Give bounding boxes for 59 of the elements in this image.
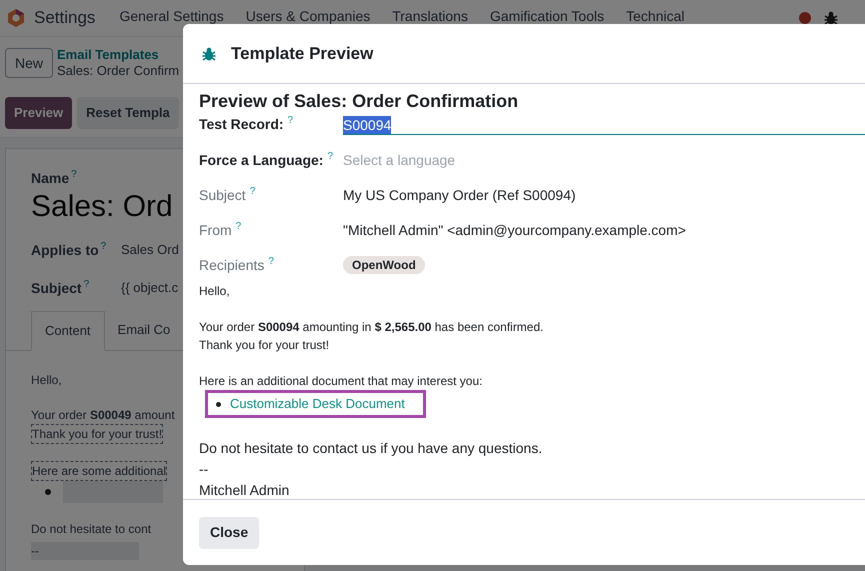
field-label: Subject — [31, 279, 82, 297]
help-mark[interactable]: ? — [84, 279, 90, 290]
body-text: Thank you for your trust! — [31, 424, 164, 444]
document-link[interactable]: Customizable Desk Document — [230, 394, 405, 414]
tab[interactable]: Email Co — [104, 310, 184, 350]
breadcrumb-link[interactable]: Email Templates — [57, 47, 159, 63]
field-value: Sales Ord — [121, 241, 179, 259]
field-value: "Mitchell Admin" <admin@yourcompany.example.com> — [343, 221, 686, 239]
field-value: {{ object.c — [121, 279, 178, 297]
bullet-icon — [45, 489, 51, 495]
email-text: Here is an additional document that may interest you: — [199, 373, 482, 390]
field-label: Test Record: — [199, 115, 284, 133]
body-text: Your order S00049 amount — [31, 407, 175, 424]
menu-item[interactable]: General Settings — [119, 9, 224, 24]
preview-heading: Preview of Sales: Order Confirmation — [199, 90, 518, 113]
action-button[interactable]: Reset Templa — [77, 97, 179, 129]
menu-item[interactable]: Gamification Tools — [490, 9, 604, 24]
body-text: -- — [31, 542, 139, 560]
new-button[interactable]: New — [5, 48, 54, 78]
recipient-tag: OpenWood — [343, 256, 425, 274]
status-dot-icon — [799, 12, 811, 24]
help-mark[interactable]: ? — [250, 186, 256, 197]
help-mark[interactable]: ? — [327, 151, 334, 162]
field-value: My US Company Order (Ref S00094) — [343, 186, 576, 204]
bullet-icon — [216, 402, 221, 406]
email-text: Your order S00094 amounting in $ 2,565.00 has been confirmed. — [199, 319, 544, 336]
record-field[interactable]: S00094 — [343, 113, 865, 135]
field-label: Recipients — [199, 256, 264, 274]
bug-icon — [201, 46, 217, 62]
menu-item[interactable]: Technical — [626, 9, 684, 24]
app-logo-icon — [6, 8, 26, 28]
menu-item[interactable]: Users & Companies — [246, 9, 370, 24]
field-label: From — [199, 221, 232, 239]
help-mark[interactable]: ? — [236, 221, 242, 232]
email-text: Hello, — [199, 283, 230, 300]
record-name: Sales: Ord — [31, 189, 173, 225]
email-text: Do not hesitate to contact us if you have any questions. — [199, 439, 542, 458]
field-label: Subject — [199, 186, 246, 204]
help-mark[interactable]: ? — [100, 241, 106, 252]
dialog-title: Template Preview — [231, 42, 374, 65]
tab[interactable]: Content — [31, 311, 105, 351]
app-name: Settings — [34, 7, 96, 30]
field-label: Name — [31, 169, 70, 187]
body-text: Do not hesitate to cont — [31, 521, 152, 538]
bug-icon — [823, 10, 839, 26]
close-button[interactable]: Close — [199, 516, 260, 548]
body-text: Hello, — [31, 372, 62, 389]
help-mark[interactable]: ? — [71, 169, 77, 180]
menu-item[interactable]: Translations — [392, 9, 468, 24]
email-text: Thank you for your trust! — [199, 337, 330, 354]
field-label: Force a Language: — [199, 151, 324, 169]
action-button[interactable]: Preview — [5, 97, 72, 129]
help-mark[interactable]: ? — [268, 256, 274, 267]
email-text: Mitchell Admin — [199, 481, 290, 499]
help-mark[interactable]: ? — [288, 115, 294, 126]
language-select[interactable]: Select a language — [343, 149, 865, 169]
email-text: -- — [199, 460, 208, 479]
field-label: Applies to — [31, 241, 99, 259]
breadcrumb-current: Sales: Order Confirm — [57, 63, 180, 79]
